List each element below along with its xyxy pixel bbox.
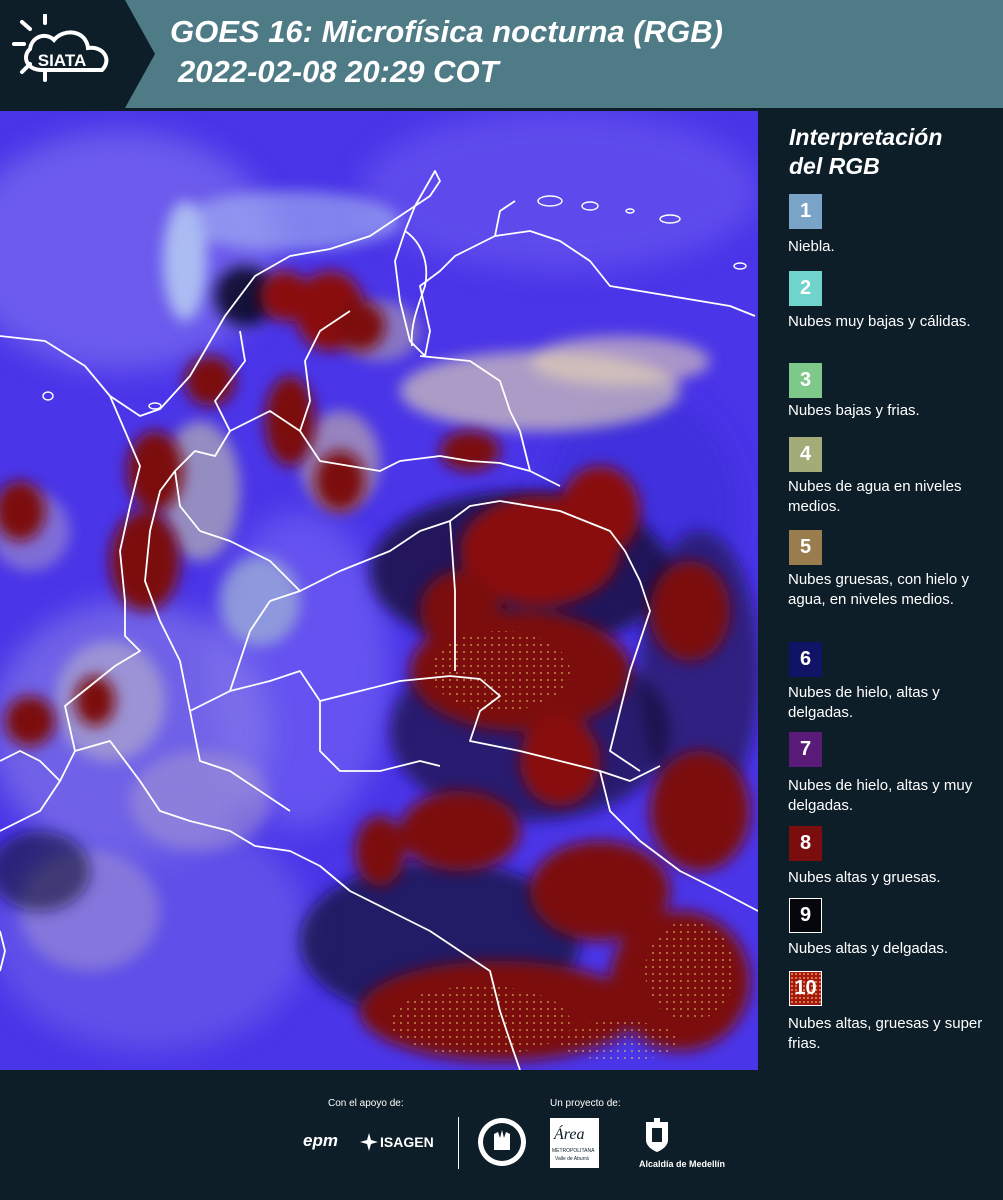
legend-swatch-8: 8: [789, 826, 822, 861]
area-logo-sub: METROPOLITANA: [552, 1148, 595, 1154]
legend-swatch-4: 4: [789, 437, 822, 472]
legend-title-line2: del RGB: [789, 153, 880, 179]
siata-logo-text: SIATA: [38, 51, 86, 70]
legend-title-line1: Interpretación: [789, 124, 943, 150]
page-title: GOES 16: Microfísica nocturna (RGB): [170, 14, 723, 49]
alcaldia-shield-icon: [646, 1118, 668, 1152]
legend-swatch-5: 5: [789, 530, 822, 565]
legend-swatch-3: 3: [789, 363, 822, 398]
alcaldia-logo-text: Alcaldía de Medellín: [639, 1159, 726, 1169]
legend-label-7: Nubes de hielo, altas y muy delgadas.: [788, 777, 973, 814]
project-label: Un proyecto de:: [550, 1098, 621, 1109]
legend-swatch-10: 10: [789, 971, 822, 1006]
logo-panel: SIATA: [0, 0, 155, 108]
legend-swatch-7: 7: [789, 732, 822, 767]
area-logo-name: Área: [554, 1126, 585, 1143]
header-bar: SIATA GOES 16: Microfísica nocturna (RGB…: [0, 0, 1003, 108]
isagen-logo: ISAGEN: [380, 1134, 434, 1150]
support-label: Con el apoyo de:: [328, 1098, 404, 1109]
legend-label-8: Nubes altas y gruesas.: [788, 869, 941, 886]
satellite-image: [0, 111, 758, 1070]
legend-label-2: Nubes muy bajas y cálidas.: [788, 313, 971, 330]
legend-label-6: Nubes de hielo, altas y delgadas.: [788, 684, 940, 721]
legend-label-4: Nubes de agua en niveles medios.: [788, 478, 962, 515]
page-timestamp: 2022-02-08 20:29 COT: [178, 54, 499, 89]
legend-label-5: Nubes gruesas, con hielo y agua, en nive…: [788, 571, 969, 608]
area-metropolitana-logo: Área METROPOLITANA Valle de Aburrá: [550, 1118, 599, 1168]
satellite-map[interactable]: [0, 111, 758, 1070]
epm-logo: epm: [303, 1131, 338, 1150]
legend-label-1: Niebla.: [788, 238, 835, 255]
isagen-logo-icon: [360, 1133, 378, 1151]
legend-label-9: Nubes altas y delgadas.: [788, 940, 949, 957]
medellin-seal-icon: [478, 1118, 526, 1166]
legend-panel: Interpretación del RGB 1 Niebla. 2 Nubes…: [758, 111, 1003, 1070]
legend-label-3: Nubes bajas y frias.: [788, 402, 920, 419]
legend-swatch-9: 9: [789, 898, 822, 933]
footer: Con el apoyo de: Un proyecto de: epm ISA…: [0, 1070, 1003, 1200]
legend-swatch-6: 6: [789, 642, 822, 677]
legend-label-10: Nubes altas, gruesas y super frias.: [788, 1015, 983, 1052]
area-logo-sub2: Valle de Aburrá: [555, 1156, 589, 1162]
legend-swatch-1: 1: [789, 194, 822, 229]
legend-title: Interpretación del RGB: [789, 123, 999, 181]
footer-divider: [458, 1117, 459, 1169]
legend-swatch-2: 2: [789, 271, 822, 306]
siata-logo-icon: SIATA: [12, 14, 109, 82]
